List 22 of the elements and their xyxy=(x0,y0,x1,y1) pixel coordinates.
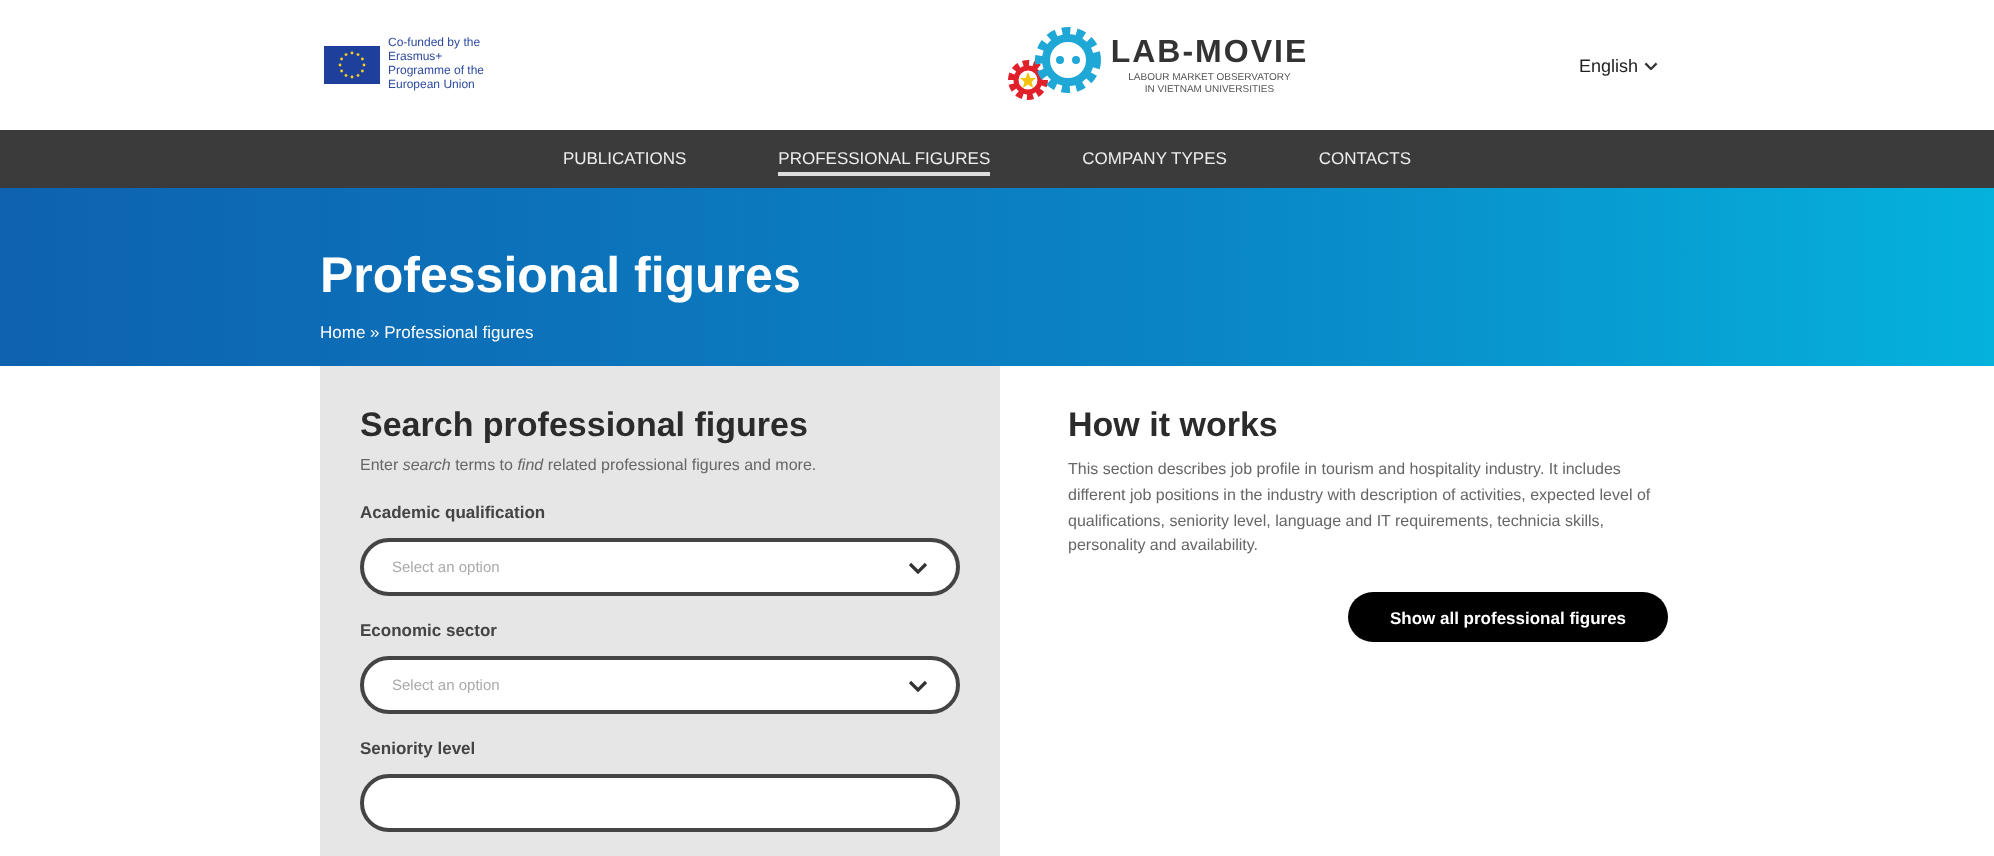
nav-link[interactable]: PUBLICATIONS xyxy=(562,143,687,176)
field-label: Seniority level xyxy=(360,738,478,758)
page-title: Professional figures xyxy=(320,248,803,307)
field-label: Academic qualification xyxy=(360,502,548,522)
nav-link[interactable]: COMPANY TYPES xyxy=(1082,143,1227,176)
eu-flag-icon xyxy=(324,46,380,85)
search-title: Search professional figures xyxy=(360,406,810,446)
chevron-down-icon xyxy=(1644,61,1658,70)
field-label: Economic sector xyxy=(360,620,499,640)
chevron-down-icon xyxy=(908,679,928,691)
language-selector[interactable]: English xyxy=(1566,53,1670,78)
nav-link[interactable]: CONTACTS xyxy=(1318,143,1412,176)
chevron-down-icon xyxy=(908,561,928,573)
select-field[interactable] xyxy=(360,774,960,832)
how-it-works-title: How it works xyxy=(1068,406,1280,446)
gears-logo-icon xyxy=(1006,25,1103,106)
search-intro: Enter search terms to find related professional figures and more. xyxy=(360,456,819,474)
breadcrumb: Home » Professional figures xyxy=(320,322,536,343)
logo-title: LAB-MOVIE xyxy=(1110,35,1309,72)
how-it-works-text: This section describes job profile in tourism and hospitality industry. It includes different job positions in the industry with description of activities, expected level of qualifications, seniority level, language and IT requirements, technicia skills, personality and availability. xyxy=(1068,458,1653,559)
show-all-button[interactable]: Show all professional figures xyxy=(1348,592,1668,643)
nav-link[interactable]: PROFESSIONAL FIGURES xyxy=(778,143,991,176)
